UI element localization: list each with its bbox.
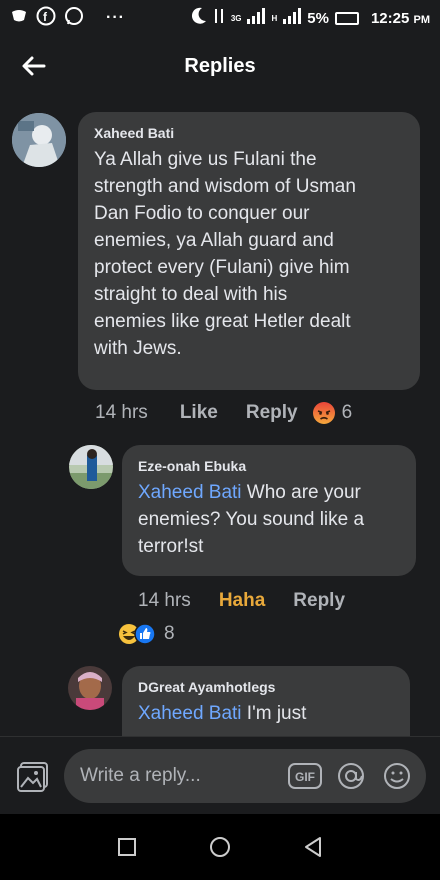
- avatar[interactable]: [12, 113, 66, 167]
- comment-bubble[interactable]: Xaheed Bati Ya Allah give us Fulani the …: [78, 112, 420, 390]
- svg-text:f: f: [43, 10, 48, 24]
- reply-placeholder: Write a reply...: [80, 765, 201, 786]
- avatar[interactable]: [68, 666, 112, 710]
- comment-time: 14 hrs: [138, 590, 191, 611]
- comment-author[interactable]: Xaheed Bati: [94, 125, 174, 141]
- haha-button[interactable]: Haha: [219, 590, 265, 612]
- mention-link[interactable]: Xaheed Bati: [138, 482, 242, 503]
- recents-square-icon[interactable]: [113, 833, 141, 861]
- svg-text:GIF: GIF: [295, 770, 315, 784]
- reply-composer: Write a reply... GIF: [0, 736, 440, 814]
- comment-meta: 14 hrs Like Reply 6: [95, 400, 352, 426]
- comment-author[interactable]: DGreat Ayamhotlegs: [138, 679, 275, 695]
- reply-input[interactable]: Write a reply... GIF: [64, 749, 426, 803]
- like-reaction-icon: [134, 623, 156, 645]
- back-arrow-icon[interactable]: [18, 50, 50, 82]
- reply-button[interactable]: Reply: [246, 402, 298, 424]
- emoji-icon[interactable]: [382, 762, 412, 790]
- comment-text: Ya Allah give us Fulani the strength and…: [94, 149, 356, 359]
- comment-bubble[interactable]: Eze-onah Ebuka Xaheed Bati Who are your …: [122, 445, 416, 576]
- home-circle-icon[interactable]: [206, 833, 234, 861]
- data-transfer-icon: [213, 7, 225, 29]
- photo-icon[interactable]: [16, 761, 50, 793]
- network-type: 3G: [230, 13, 242, 23]
- whatsapp-icon: [64, 6, 84, 30]
- comment-time: 14 hrs: [95, 402, 148, 423]
- battery-percent: 5%: [307, 9, 329, 27]
- system-navbar: [0, 814, 440, 880]
- comment-text: Xaheed Bati I'm just: [138, 703, 307, 724]
- gif-icon[interactable]: GIF: [288, 762, 322, 790]
- moon-icon: [191, 7, 207, 29]
- facebook-icon: f: [36, 6, 56, 30]
- avatar[interactable]: [69, 445, 113, 489]
- clock: 12:25 PM: [370, 9, 430, 27]
- signal-icon: [247, 8, 266, 28]
- reply-button[interactable]: Reply: [293, 590, 345, 612]
- signal-icon-2: [283, 8, 302, 28]
- back-triangle-icon[interactable]: [299, 833, 327, 861]
- angry-reaction-icon[interactable]: [312, 401, 336, 425]
- battery-icon: [334, 11, 359, 25]
- status-bar: f ··· 3G H 5% 12:25 PM: [0, 0, 440, 36]
- comment-text: Xaheed Bati Who are your enemies? You so…: [138, 482, 365, 557]
- page-title: Replies: [184, 54, 256, 77]
- more-notifications: ···: [106, 9, 125, 26]
- reaction-count: 8: [164, 623, 175, 644]
- header: Replies: [0, 36, 440, 96]
- mention-link[interactable]: Xaheed Bati: [138, 703, 242, 724]
- notification-icon: [10, 7, 28, 29]
- comment-author[interactable]: Eze-onah Ebuka: [138, 458, 246, 474]
- reaction-count[interactable]: 6: [342, 402, 353, 424]
- network-type-2: H: [271, 13, 278, 23]
- reaction-summary[interactable]: 8: [118, 622, 175, 646]
- comment-meta: 14 hrs Haha Reply: [138, 588, 345, 614]
- like-button[interactable]: Like: [180, 402, 218, 424]
- mention-at-icon[interactable]: [336, 762, 366, 790]
